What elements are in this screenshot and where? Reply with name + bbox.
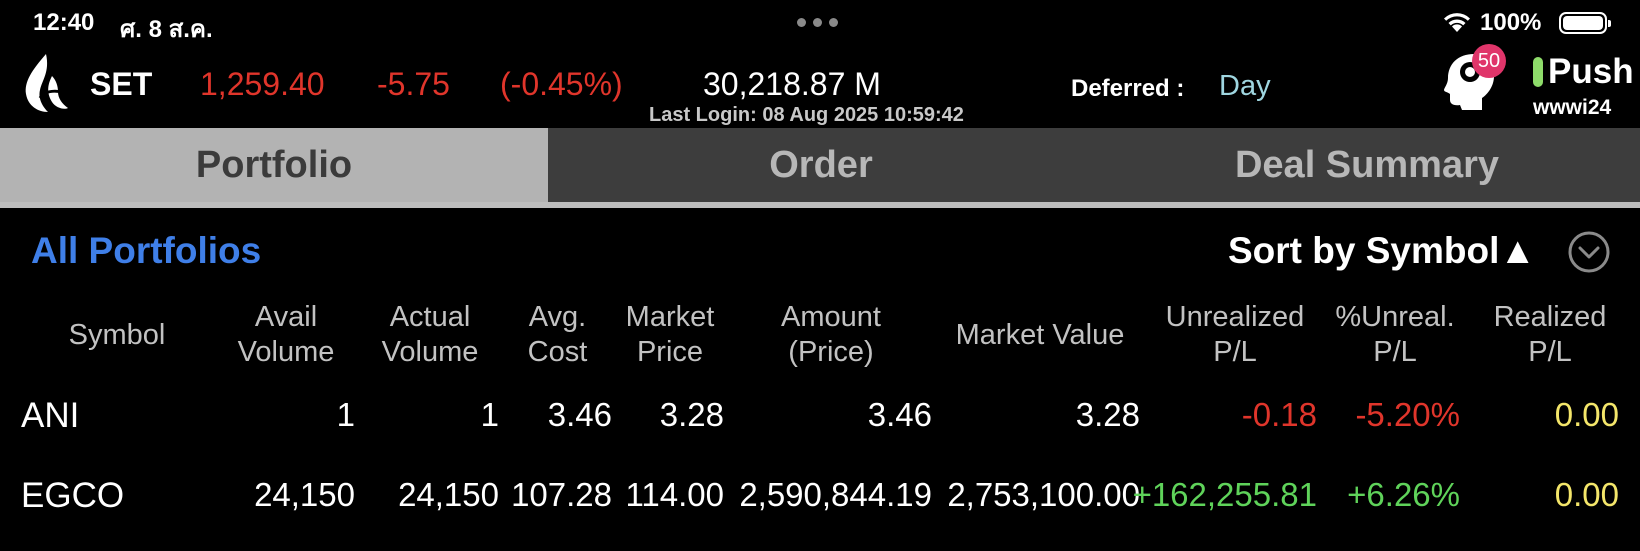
row-avg-cost: 107.28 — [511, 476, 612, 513]
last-login: Last Login: 08 Aug 2025 10:59:42 — [649, 104, 964, 126]
push-label[interactable]: Push — [1548, 52, 1634, 92]
row-market-price: 114.00 — [625, 476, 724, 513]
notification-badge: 50 — [1472, 44, 1506, 78]
battery-percent: 100% — [1480, 9, 1542, 36]
row-amount: 2,590,844.19 — [739, 476, 932, 513]
market-volume: 30,218.87 M — [703, 66, 881, 102]
index-value: 1,259.40 — [200, 66, 325, 102]
row-actual-volume: 24,150 — [398, 476, 499, 513]
row-actual-volume: 1 — [480, 396, 499, 433]
table-row[interactable]: ANI 1 1 3.46 3.28 3.46 3.28 -0.18 -5.20%… — [0, 396, 1640, 436]
row-amount: 3.46 — [867, 396, 932, 433]
status-time: 12:40 — [33, 9, 95, 36]
main-tabs: Portfolio Order Deal Summary — [0, 128, 1640, 208]
col-market-value[interactable]: Market Value — [940, 318, 1140, 353]
row-market-price: 3.28 — [659, 396, 724, 433]
row-avg-cost: 3.46 — [547, 396, 612, 433]
tab-order-label: Order — [769, 143, 873, 186]
index-name[interactable]: SET — [90, 66, 152, 103]
index-change: -5.75 — [377, 66, 450, 102]
col-avail-volume[interactable]: Avail Volume — [220, 300, 352, 370]
col-realized[interactable]: Realized P/L — [1480, 300, 1620, 370]
col-symbol[interactable]: Symbol — [52, 318, 182, 353]
row-realized: 0.00 — [1554, 476, 1619, 513]
tab-deal-summary-label: Deal Summary — [1234, 143, 1499, 186]
multitask-dots[interactable] — [797, 10, 838, 27]
row-unrealized: -0.18 — [1241, 396, 1317, 433]
deferred-label: Deferred : — [1071, 75, 1185, 102]
set-logo-icon — [22, 52, 70, 119]
notification-count: 50 — [1477, 49, 1501, 72]
col-market-price[interactable]: Market Price — [610, 300, 730, 370]
table-row[interactable]: EGCO 24,150 24,150 107.28 114.00 2,590,8… — [0, 476, 1640, 516]
username: wwwi24 — [1533, 96, 1612, 119]
col-pct-unreal[interactable]: %Unreal. P/L — [1325, 300, 1465, 370]
col-avg-cost[interactable]: Avg. Cost — [510, 300, 605, 370]
wifi-icon — [1442, 11, 1472, 38]
portfolio-selector[interactable]: All Portfolios — [31, 230, 261, 272]
sort-dropdown-icon[interactable] — [1567, 230, 1611, 279]
tab-portfolio[interactable]: Portfolio — [0, 128, 548, 202]
tab-deal-summary[interactable]: Deal Summary — [1094, 128, 1640, 202]
battery-icon — [1559, 12, 1611, 34]
row-market-value: 3.28 — [1075, 396, 1140, 433]
row-avail-volume: 1 — [336, 396, 355, 433]
deferred-value[interactable]: Day — [1219, 70, 1271, 103]
row-realized: 0.00 — [1554, 396, 1619, 433]
sort-label[interactable]: Sort by Symbol▲ — [1228, 230, 1536, 272]
row-unrealized: +162,255.81 — [1132, 476, 1317, 513]
row-symbol: ANI — [21, 396, 80, 435]
tab-order[interactable]: Order — [548, 128, 1094, 202]
row-pct-unreal: +6.26% — [1347, 476, 1460, 513]
col-unrealized[interactable]: Unrealized P/L — [1155, 300, 1315, 370]
tab-portfolio-label: Portfolio — [195, 143, 353, 186]
col-actual-volume[interactable]: Actual Volume — [364, 300, 496, 370]
row-pct-unreal: -5.20% — [1355, 396, 1460, 433]
status-date: ศ. 8 ส.ค. — [120, 16, 213, 43]
row-avail-volume: 24,150 — [254, 476, 355, 513]
index-change-pct: (-0.45%) — [500, 66, 623, 102]
row-symbol: EGCO — [21, 476, 125, 515]
col-amount[interactable]: Amount (Price) — [760, 300, 902, 370]
push-indicator-icon — [1533, 57, 1543, 87]
row-market-value: 2,753,100.00 — [947, 476, 1140, 513]
